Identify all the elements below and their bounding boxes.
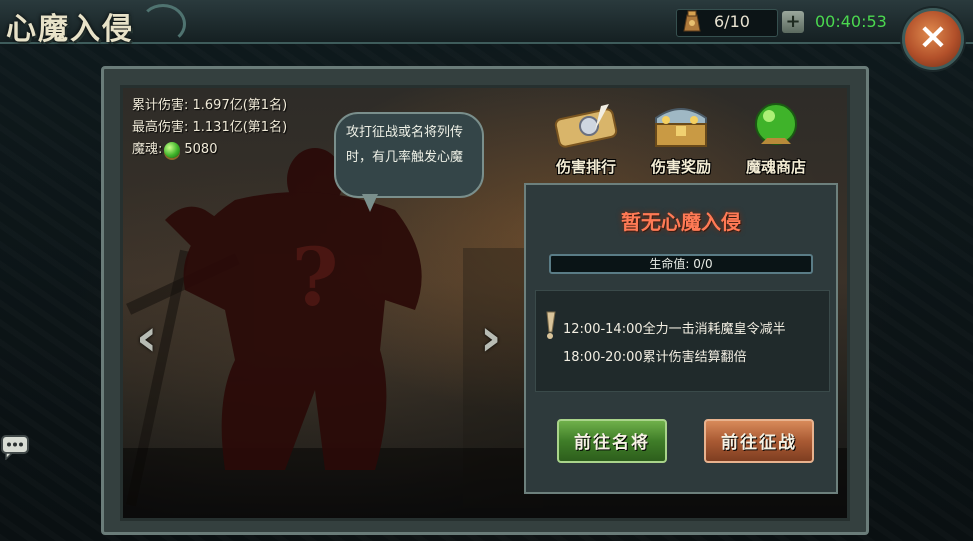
add-resource-button[interactable]: + xyxy=(782,11,804,33)
countdown-timer: 00:40:53 xyxy=(815,12,887,31)
soul-label: 魔魂: xyxy=(132,142,163,157)
next-arrow-icon[interactable]: › xyxy=(480,312,501,364)
event-info-line-1: 12:00-14:00全力一击消耗魔皇令减半 xyxy=(563,322,786,337)
soul-row: 魔魂: 5080 xyxy=(132,139,287,161)
title-ornament-icon xyxy=(140,4,186,44)
close-button[interactable]: × xyxy=(902,8,964,70)
total-damage: 累计伤害: 1.697亿(第1名) xyxy=(132,98,288,113)
soul-shop-label: 魔魂商店 xyxy=(745,158,806,176)
svg-text:?: ? xyxy=(292,230,339,324)
event-info-box xyxy=(535,290,830,392)
hint-line-1: 攻打征战或名将列传 xyxy=(346,125,464,140)
stats-block: 累计伤害: 1.697亿(第1名) 最高伤害: 1.131亿(第1名) 魔魂: … xyxy=(132,95,287,161)
bubble-tail xyxy=(362,194,378,212)
invasion-status-title: 暂无心魔入侵 xyxy=(621,210,741,234)
token-bag-icon xyxy=(683,10,701,32)
go-campaign-button[interactable]: 前往征战 xyxy=(704,419,814,463)
damage-reward-label: 伤害奖励 xyxy=(650,158,711,176)
green-orb-icon xyxy=(755,103,797,145)
chat-icon[interactable] xyxy=(0,434,30,460)
hint-bubble: 攻打征战或名将列传 时，有几率触发心魔 xyxy=(334,112,484,198)
scroll-quill-icon xyxy=(554,104,618,148)
hp-bar: 生命值: 0/0 xyxy=(549,254,813,274)
hp-label: 生命值: 0/0 xyxy=(649,257,713,271)
damage-ranking-label: 伤害排行 xyxy=(555,158,616,176)
max-damage: 最高伤害: 1.131亿(第1名) xyxy=(132,120,288,135)
soul-orb-icon xyxy=(164,142,181,158)
soul-value: 5080 xyxy=(184,142,218,157)
resource-count: 6/10 xyxy=(714,12,750,31)
prev-arrow-icon[interactable]: ‹ xyxy=(136,312,157,364)
treasure-chest-icon xyxy=(655,108,707,147)
page-title: 心魔入侵 xyxy=(6,12,134,47)
pin-icon xyxy=(546,311,556,339)
go-generals-button[interactable]: 前往名将 xyxy=(557,419,667,463)
hint-line-2: 时，有几率触发心魔 xyxy=(346,150,464,165)
damage-reward-button[interactable]: 伤害奖励 xyxy=(641,100,721,177)
damage-ranking-button[interactable]: 伤害排行 xyxy=(546,100,626,177)
event-info-line-2: 18:00-20:00累计伤害结算翻倍 xyxy=(563,350,747,365)
soul-shop-button[interactable]: 魔魂商店 xyxy=(736,100,816,177)
